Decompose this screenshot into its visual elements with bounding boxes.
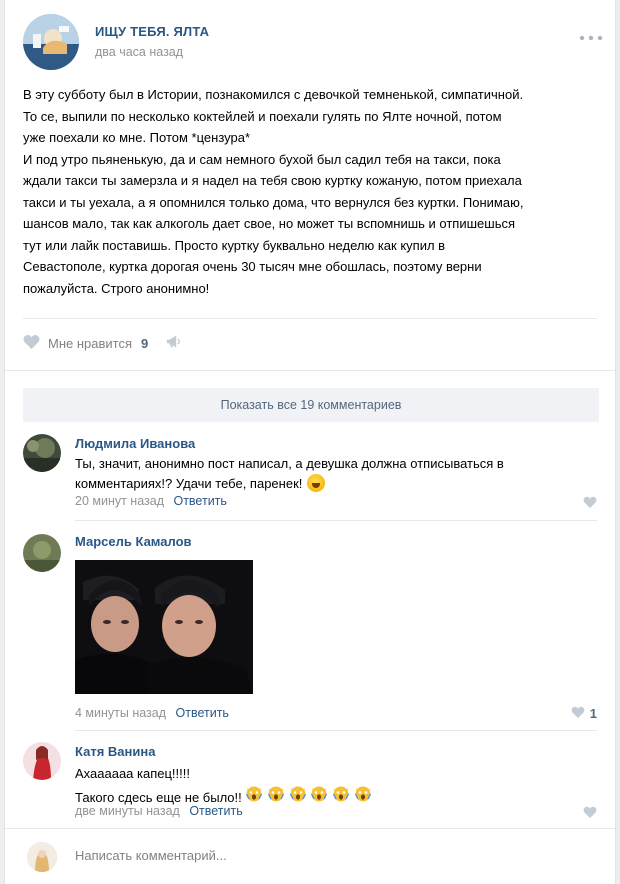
post-text: В эту субботу был в Истории, познакомилс…: [23, 87, 524, 296]
comment-time[interactable]: 4 минуты назад: [75, 706, 166, 720]
avatar[interactable]: [23, 534, 61, 572]
avatar[interactable]: [23, 434, 61, 472]
reply-button[interactable]: Ответить: [189, 804, 242, 818]
post-actions: Мне нравится 9: [23, 332, 183, 354]
comment-author[interactable]: Катя Ванина: [75, 744, 155, 759]
heart-icon: [23, 334, 40, 352]
comment-text: Ахаааааа капец!!!!! Такого сдесь еще не …: [75, 764, 585, 808]
laughing-emoji-icon: [307, 474, 325, 492]
comment-like-button[interactable]: [583, 496, 597, 511]
group-name[interactable]: ИЩУ ТЕБЯ. ЯЛТА: [95, 24, 209, 39]
post-header: ИЩУ ТЕБЯ. ЯЛТА два часа назад: [23, 14, 603, 72]
scream-cat-emoji-icon: [310, 786, 332, 805]
divider: [5, 828, 615, 829]
comment-like-button[interactable]: 1: [571, 706, 597, 721]
more-dots-icon[interactable]: [579, 26, 603, 47]
post-card: ИЩУ ТЕБЯ. ЯЛТА два часа назад В эту субб…: [4, 0, 616, 884]
comment: Людмила Иванова Ты, значит, анонимно пос…: [23, 434, 599, 514]
comment-like-count: 1: [589, 706, 597, 721]
comment-text-body: Ты, значит, анонимно пост написал, а дев…: [75, 456, 504, 491]
comment-photo[interactable]: [75, 560, 253, 694]
comment-meta: две минуты назад Ответить: [75, 804, 243, 818]
comment-input[interactable]: Написать комментарий...: [75, 848, 595, 868]
group-avatar[interactable]: [23, 14, 79, 70]
divider: [23, 318, 597, 319]
reply-button[interactable]: Ответить: [176, 706, 229, 720]
comment-like-button[interactable]: [583, 806, 597, 821]
heart-icon: [583, 496, 597, 511]
comment: Катя Ванина Ахаааааа капец!!!!! Такого с…: [23, 742, 599, 824]
heart-icon: [583, 806, 597, 821]
like-button[interactable]: Мне нравится 9: [23, 334, 148, 352]
divider: [75, 520, 597, 521]
comment-meta: 20 минут назад Ответить: [75, 494, 227, 508]
scream-cat-emoji-icon: [245, 786, 267, 805]
comment-time[interactable]: 20 минут назад: [75, 494, 164, 508]
comments-section-top: [5, 370, 615, 371]
scream-cat-emoji-icon: [267, 786, 289, 805]
scream-cat-emoji-icon: [354, 786, 372, 805]
like-label: Мне нравится: [48, 335, 133, 351]
reply-button[interactable]: Ответить: [173, 494, 226, 508]
like-count: 9: [141, 335, 149, 351]
avatar[interactable]: [23, 742, 61, 780]
comment-text: Ты, значит, анонимно пост написал, а дев…: [75, 454, 585, 494]
post-date[interactable]: два часа назад: [95, 45, 183, 59]
heart-icon: [571, 706, 585, 721]
comment-author[interactable]: Людмила Иванова: [75, 436, 195, 451]
comment-time[interactable]: две минуты назад: [75, 804, 180, 818]
show-all-comments-button[interactable]: Показать все 19 комментариев: [23, 388, 599, 422]
avatar[interactable]: [27, 842, 57, 872]
megaphone-icon[interactable]: [166, 334, 183, 352]
divider: [75, 730, 597, 731]
scream-cat-emoji-icon: [332, 786, 354, 805]
scream-cat-emoji-icon: [289, 786, 311, 805]
comment-text-line: Такого сдесь еще не было!!: [75, 790, 242, 805]
comment-author[interactable]: Марсель Камалов: [75, 534, 192, 549]
comment-text-line: Ахаааааа капец!!!!!: [75, 766, 190, 781]
comment: Марсель Камалов 4 минуты назад Ответить: [23, 534, 599, 724]
comment-meta: 4 минуты назад Ответить: [75, 706, 229, 720]
